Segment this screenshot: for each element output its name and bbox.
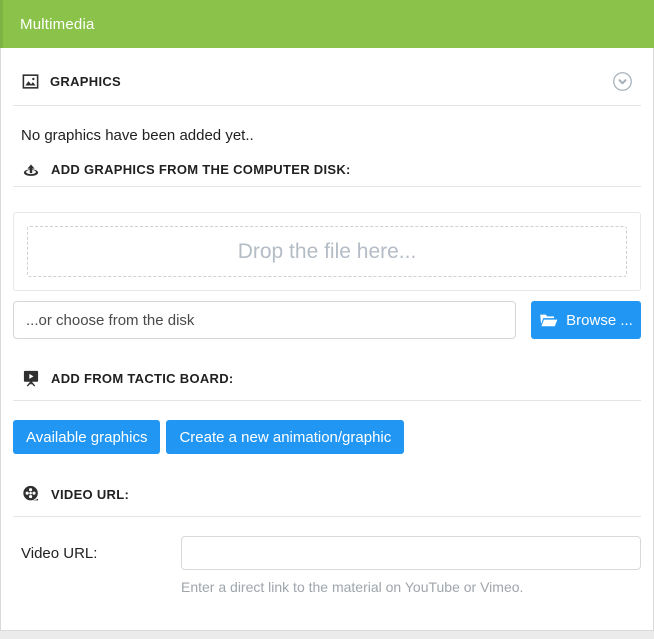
video-url-label: Video URL: <box>21 536 181 595</box>
divider <box>13 186 641 187</box>
video-url-field: Enter a direct link to the material on Y… <box>181 536 641 595</box>
tactic-buttons-row: Available graphics Create a new animatio… <box>13 420 641 454</box>
video-url-input[interactable] <box>181 536 641 570</box>
disk-heading: ADD GRAPHICS FROM THE COMPUTER DISK: <box>51 162 351 177</box>
divider <box>13 516 641 517</box>
dropzone-text: Drop the file here... <box>238 240 417 264</box>
video-url-help-text: Enter a direct link to the material on Y… <box>181 579 641 595</box>
file-path-input[interactable] <box>13 301 516 339</box>
multimedia-panel: Multimedia GRAPHICS No graphics have bee… <box>0 0 654 631</box>
video-url-form-row: Video URL: Enter a direct link to the ma… <box>21 536 641 595</box>
video-section-header: VIDEO URL: <box>21 483 633 505</box>
panel-title: Multimedia <box>20 16 95 33</box>
file-dropzone[interactable]: Drop the file here... <box>13 212 641 291</box>
tactic-board-icon <box>21 368 41 388</box>
disk-section-header: ADD GRAPHICS FROM THE COMPUTER DISK: <box>21 158 633 180</box>
image-icon <box>21 72 40 91</box>
create-animation-button[interactable]: Create a new animation/graphic <box>166 420 404 454</box>
tactic-heading: ADD FROM TACTIC BOARD: <box>51 371 234 386</box>
browse-button-label: Browse ... <box>566 312 633 329</box>
disk-choose-row: Browse ... <box>13 301 641 339</box>
graphics-heading: GRAPHICS <box>50 74 121 89</box>
video-heading: VIDEO URL: <box>51 487 129 502</box>
upload-icon <box>21 159 41 179</box>
panel-header: Multimedia <box>0 0 654 48</box>
chevron-down-circle-icon[interactable] <box>612 71 633 92</box>
divider <box>13 400 641 401</box>
divider <box>13 105 641 106</box>
folder-open-icon <box>539 313 558 328</box>
empty-graphics-message: No graphics have been added yet.. <box>21 127 633 144</box>
browse-button[interactable]: Browse ... <box>531 301 641 339</box>
tactic-section-header: ADD FROM TACTIC BOARD: <box>21 367 633 389</box>
panel-body: GRAPHICS No graphics have been added yet… <box>1 70 653 595</box>
film-reel-icon <box>21 484 41 504</box>
graphics-section-header: GRAPHICS <box>21 70 633 92</box>
file-dropzone-inner: Drop the file here... <box>27 226 627 277</box>
available-graphics-button[interactable]: Available graphics <box>13 420 160 454</box>
